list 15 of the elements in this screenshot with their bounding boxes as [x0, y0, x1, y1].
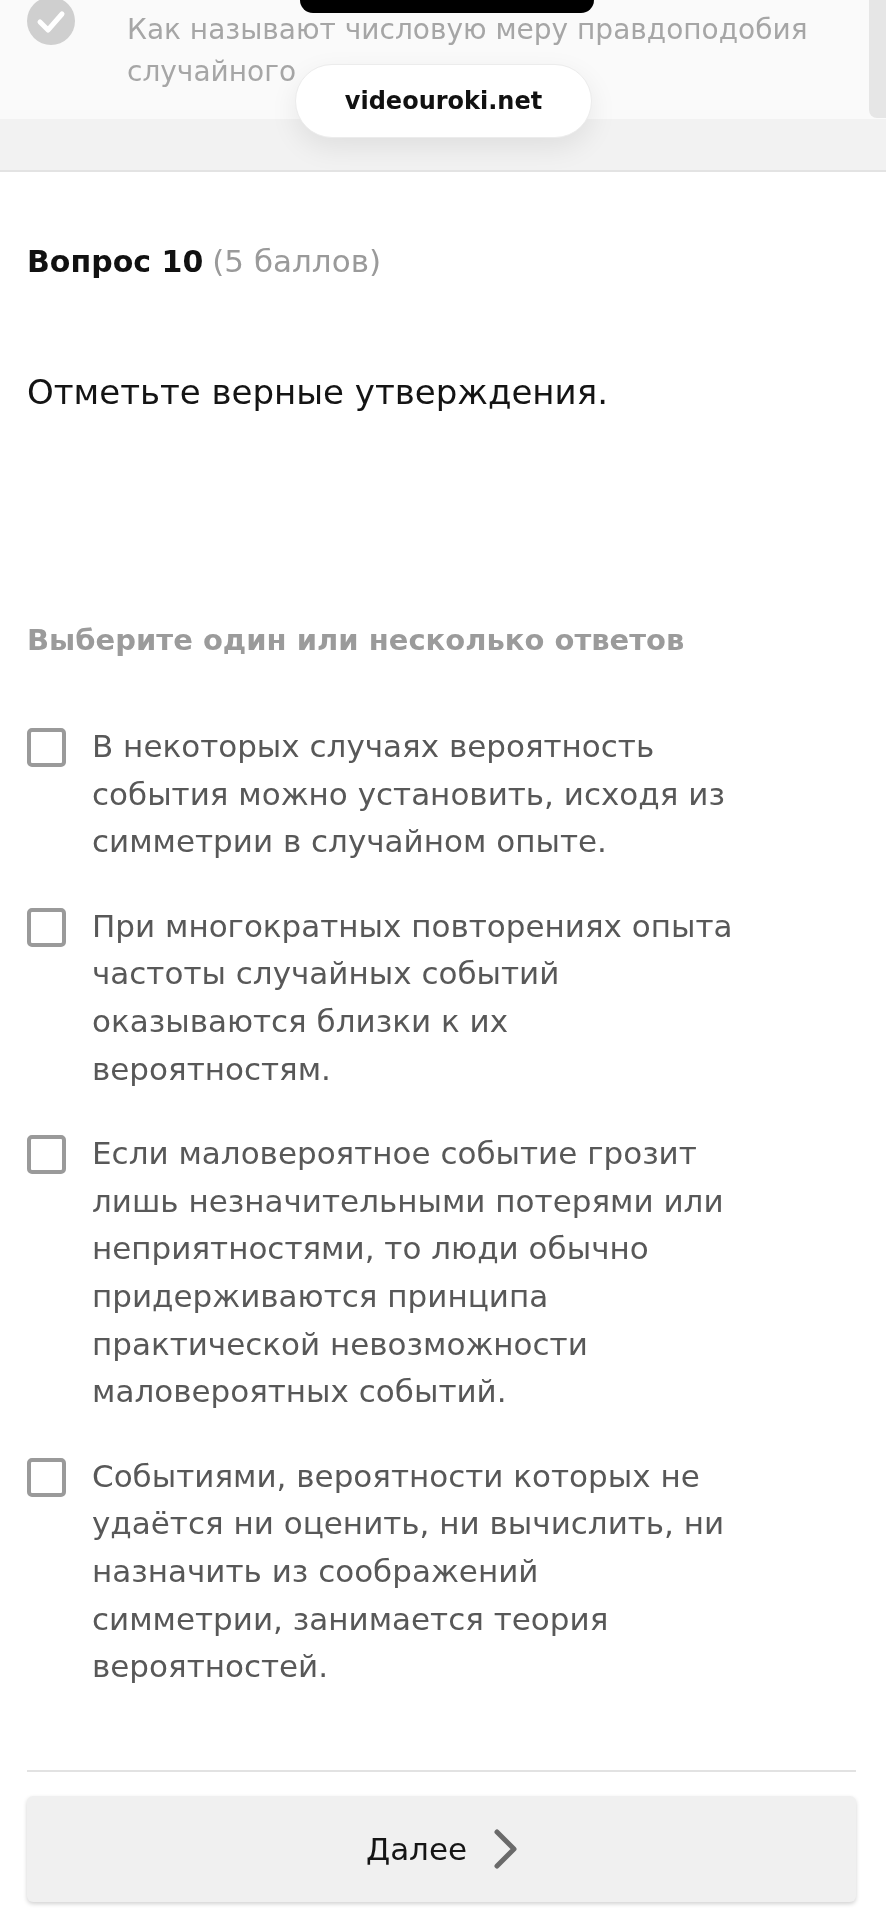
option-text: В некоторых случаях вероятность события можно установить, исходя из симметрии в случайном опыте.: [92, 727, 726, 862]
option-text: Событиями, вероятности которых не удаётся ни оценить, ни вычислить, ни назначить из соображений симметрии, занимается теория вероятностей.: [92, 1456, 726, 1687]
next-button[interactable]: Далее: [27, 1795, 856, 1902]
checkbox[interactable]: [27, 1457, 66, 1497]
question-number: Вопрос 10: [27, 243, 204, 281]
address-bar[interactable]: videouroki.net: [295, 64, 592, 138]
answer-instruction: Выберите один или несколько ответов: [27, 622, 686, 659]
checkbox[interactable]: [27, 1135, 66, 1175]
chevron-right-icon: [494, 1828, 518, 1869]
option-text: Если маловероятное событие грозит лишь незначительными потерями или неприятностями, то люди обычно придерживаются принципа практической невозможности маловероятных событий.: [92, 1134, 725, 1412]
question-points: (5 баллов): [212, 242, 381, 281]
checkbox[interactable]: [27, 728, 66, 767]
checkbox[interactable]: [27, 907, 66, 947]
question-text: Отметьте верные утверждения.: [27, 372, 609, 412]
option-text: При многократных повторениях опыта частоты случайных событий оказываются близки к их вероятностям.: [92, 906, 734, 1089]
